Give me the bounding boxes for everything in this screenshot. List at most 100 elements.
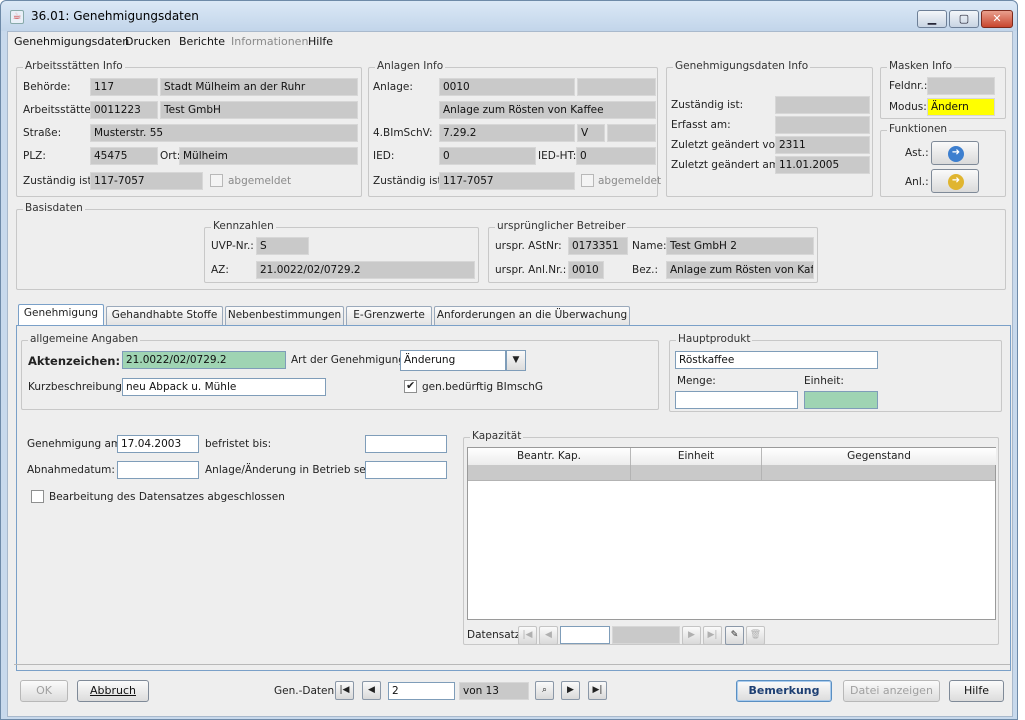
strasse-label: Straße: [23, 127, 62, 139]
minimize-button[interactable]: ▁ [917, 10, 947, 28]
col-header-kapazitaet[interactable]: Beantr. Kap. [468, 448, 631, 465]
betreiber-name-field: Test GmbH 2 [666, 237, 814, 255]
arbeitsstaette-label: Arbeitsstätte: [23, 104, 95, 116]
iedht-label: IED-HT: [538, 150, 577, 162]
menge-label: Menge: [677, 375, 716, 387]
bemerkung-button[interactable]: Bemerkung [736, 680, 832, 702]
row-divider [761, 465, 762, 481]
art-label: Art der Genehmigung: [291, 354, 409, 366]
einheit-field[interactable] [804, 391, 878, 409]
first-page-icon[interactable]: |◀ [335, 681, 354, 700]
table-row[interactable] [468, 465, 995, 481]
anl-navigate-button[interactable]: ➜ [931, 169, 979, 193]
einheit-label: Einheit: [804, 375, 844, 387]
tab-gehandhabte-stoffe[interactable]: Gehandhabte Stoffe [106, 306, 223, 325]
last-record-icon: ▶| [703, 626, 722, 645]
anl-label: Anl.: [905, 176, 929, 188]
arrow-right-yellow-icon: ➜ [948, 174, 964, 190]
kurzbeschreibung-field[interactable]: neu Abpack u. Mühle [122, 378, 326, 396]
erfasst-field [775, 116, 870, 134]
behoerde-nr-field: 117 [90, 78, 158, 96]
datensatz-field[interactable] [560, 626, 610, 644]
next-page-icon[interactable]: ▶ [561, 681, 580, 700]
gen-zustaendig-field [775, 96, 870, 114]
modus-label: Modus: [889, 101, 927, 113]
prev-record-icon: ◀ [539, 626, 558, 645]
plz-label: PLZ: [23, 150, 46, 162]
tab-nebenbestimmungen[interactable]: Nebenbestimmungen [225, 306, 344, 325]
gen-zustaendig-label: Zuständig ist: [671, 99, 744, 111]
hauptprodukt-legend: Hauptprodukt [676, 333, 753, 345]
ast-label: Ast.: [905, 147, 929, 159]
allgemein-legend: allgemeine Angaben [28, 333, 141, 345]
tab-anforderungen[interactable]: Anforderungen an die Überwachung [434, 306, 630, 325]
arbeitsstaette-name-field: Test GmbH [160, 101, 358, 119]
col-header-gegenstand[interactable]: Gegenstand [762, 448, 996, 465]
menu-hilfe[interactable]: Hilfe [308, 35, 333, 48]
last-page-icon[interactable]: ▶| [588, 681, 607, 700]
produkt-field[interactable]: Röstkaffee [675, 351, 878, 369]
masken-legend: Masken Info [887, 60, 954, 72]
feldnr-field [927, 77, 995, 95]
anlage-label: Anlage: [373, 81, 413, 93]
betreiber-name-label: Name: [632, 240, 667, 252]
kapazitaet-group: Kapazität Beantr. Kap. Einheit Gegenstan… [463, 430, 999, 645]
menu-genehmigungsdaten[interactable]: Genehmigungsdaten [14, 35, 129, 48]
genehmigungsdaten-info-group: Genehmigungsdaten Info Zuständig ist: Er… [666, 60, 873, 197]
tab-e-grenzwerte[interactable]: E-Grenzwerte [346, 306, 432, 325]
abgeschlossen-checkbox[interactable] [31, 490, 44, 503]
datensatz-label: Datensatz: [467, 629, 524, 641]
menu-berichte[interactable]: Berichte [179, 35, 225, 48]
search-icon[interactable]: ⌕ [535, 681, 554, 700]
gen-info-legend: Genehmigungsdaten Info [673, 60, 811, 72]
betrieb-field[interactable] [365, 461, 447, 479]
strasse-field: Musterstr. 55 [90, 124, 358, 142]
arrow-right-blue-icon: ➜ [948, 146, 964, 162]
datensatz-count-field [612, 626, 680, 644]
menge-field[interactable] [675, 391, 798, 409]
hilfe-button[interactable]: Hilfe [949, 680, 1004, 702]
kurz-label: Kurzbeschreibung: [28, 381, 126, 393]
tab-genehmigung[interactable]: Genehmigung [18, 304, 104, 325]
anlage-zustaendig-field: 117-7057 [439, 172, 575, 190]
anlagen-legend: Anlagen Info [375, 60, 446, 72]
menu-drucken[interactable]: Drucken [125, 35, 171, 48]
modus-field: Ändern [927, 98, 995, 116]
masken-info-group: Masken Info Feldnr.: Modus: Ändern [880, 60, 1006, 119]
maximize-button[interactable]: ▢ [949, 10, 979, 28]
abgemeldet-checkbox [210, 174, 223, 187]
allgemeine-angaben-group: allgemeine Angaben Aktenzeichen: 21.0022… [21, 333, 659, 410]
abbruch-button[interactable]: Abbruch [77, 680, 149, 702]
aktenzeichen-label: Aktenzeichen: [28, 354, 121, 368]
col-header-einheit[interactable]: Einheit [631, 448, 762, 465]
uvp-label: UVP-Nr.: [211, 240, 254, 252]
gen-daten-label: Gen.-Daten [274, 685, 335, 697]
new-record-icon[interactable]: ✎ [725, 626, 744, 645]
page-field[interactable]: 2 [388, 682, 455, 700]
chevron-down-icon[interactable]: ▼ [506, 350, 526, 371]
gen-am-field[interactable]: 17.04.2003 [117, 435, 199, 453]
geaendert-am-field: 11.01.2005 [775, 156, 870, 174]
arbeitsstaette-nr-field: 0011223 [90, 101, 158, 119]
abnahme-field[interactable] [117, 461, 199, 479]
bimschv-extra-field [607, 124, 656, 142]
close-button[interactable]: ✕ [981, 10, 1013, 28]
datei-anzeigen-button: Datei anzeigen [843, 680, 940, 702]
art-select[interactable]: Änderung [400, 350, 506, 371]
iedht-field: 0 [576, 147, 656, 165]
first-record-icon: |◀ [518, 626, 537, 645]
bedurftig-checkbox[interactable] [404, 379, 417, 393]
title-bar[interactable]: ☕ 36.01: Genehmigungsdaten ▁ ▢ ✕ [1, 1, 1017, 31]
ast-navigate-button[interactable]: ➜ [931, 141, 979, 165]
anlnr-label: urspr. Anl.Nr.: [495, 264, 567, 276]
menu-informationen: Informationen [231, 35, 309, 48]
befristet-field[interactable] [365, 435, 447, 453]
tab-panel-genehmigung: allgemeine Angaben Aktenzeichen: 21.0022… [16, 325, 1011, 671]
prev-page-icon[interactable]: ◀ [362, 681, 381, 700]
funktionen-legend: Funktionen [887, 123, 950, 135]
aktenzeichen-field[interactable]: 21.0022/02/0729.2 [122, 351, 286, 369]
befristet-label: befristet bis: [205, 438, 272, 450]
abgemeldet-label: abgemeldet [228, 175, 292, 187]
tab-strip: Genehmigung Gehandhabte Stoffe Nebenbest… [16, 304, 1011, 326]
abgeschlossen-label: Bearbeitung des Datensatzes abgeschlosse… [49, 491, 285, 503]
